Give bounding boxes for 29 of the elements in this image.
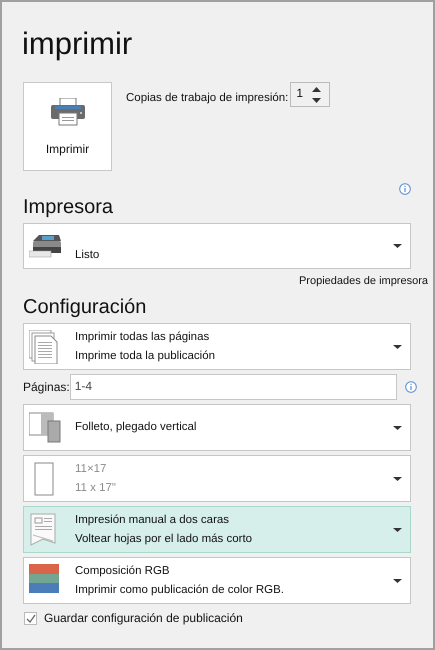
printer-dropdown[interactable]: Listo [23,223,411,269]
section-heading: Impresora [23,195,114,219]
pages-field[interactable]: 1-4 [70,374,397,400]
page-title: imprimir [22,25,134,63]
checkmark-icon [26,614,36,622]
printer-properties-link[interactable]: Propiedades de impresora [298,275,428,287]
print-button[interactable]: Imprimir [23,82,112,171]
dropdown-caret-icon [393,528,402,532]
info-icon [404,381,417,393]
settings-dropdown[interactable]: Imprimir todas las páginas Imprime toda la publicación [23,323,411,370]
up-down-arrows-icon [312,86,322,102]
pages-label: Páginas: [23,380,70,394]
booklet-icon [29,410,63,444]
dropdown-caret-icon [393,578,402,582]
section-heading: Configuración [23,295,148,319]
copies-spinner[interactable]: 1 [290,82,330,107]
info-icon [399,183,411,195]
dropdown-caret-icon [393,344,402,348]
settings-dropdown[interactable]: Folleto, plegado vertical [23,404,411,451]
dropdown-caret-icon [393,426,402,430]
settings-dropdown[interactable]: Impresión manual a dos caras Voltear hojas por el lado más corto [23,506,411,553]
printer-icon [50,98,84,126]
dropdown-caret-icon [393,244,402,248]
dropdown-caret-icon [393,476,402,480]
printer-icon [29,233,63,259]
settings-dropdown[interactable]: Composición RGB Imprimir como publicación de color RGB. [23,557,411,604]
save-settings-label: Guardar configuración de publicación [44,611,243,625]
save-settings-checkbox[interactable] [24,612,37,624]
copies-label: Copias de trabajo de impresión: [126,92,288,104]
